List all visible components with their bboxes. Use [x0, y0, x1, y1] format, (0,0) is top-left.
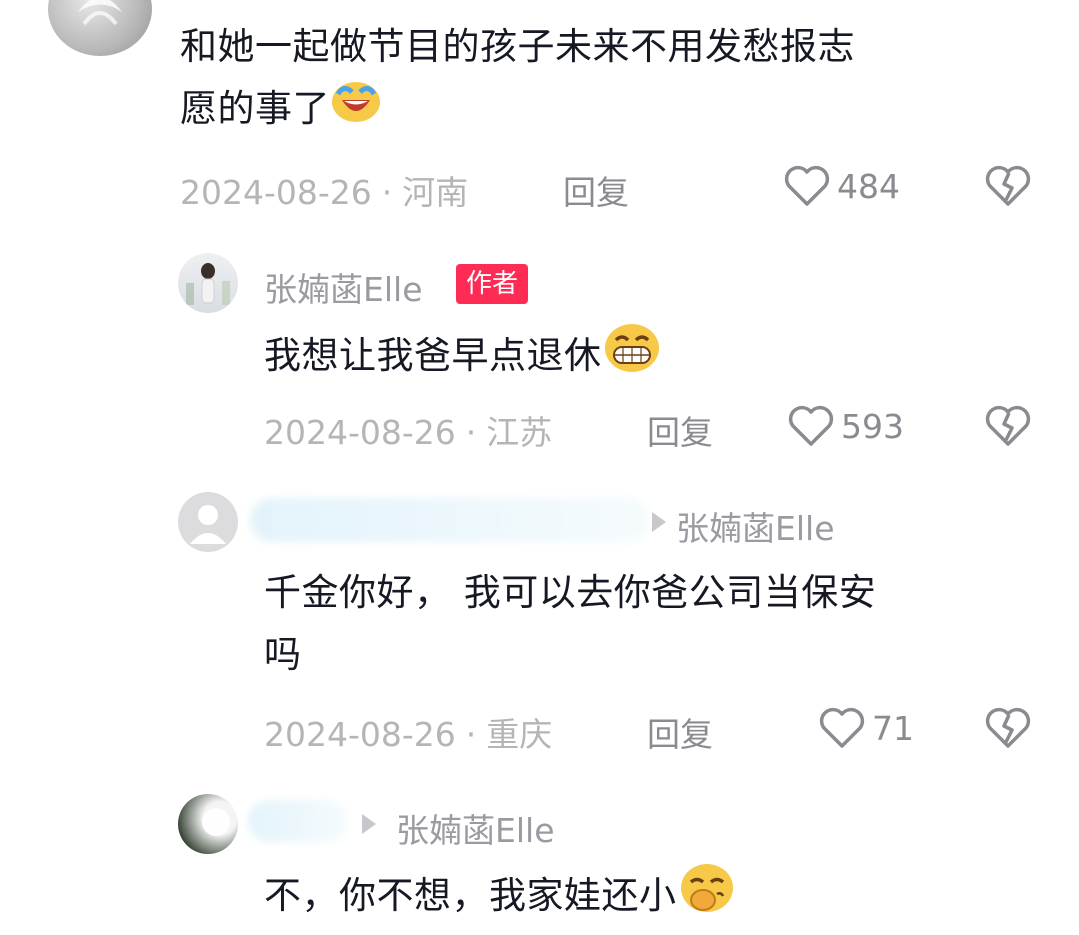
reply-button[interactable]: 回复 — [647, 406, 713, 454]
like-button[interactable]: 71 — [818, 706, 914, 750]
reply-target-username[interactable]: 张婻菡Elle — [676, 502, 835, 550]
comment-date: 2024-08-26 — [264, 715, 456, 754]
reply-button[interactable]: 回复 — [563, 166, 629, 214]
heart-icon — [784, 165, 830, 206]
broken-heart-icon — [985, 707, 1031, 748]
dislike-button[interactable] — [984, 404, 1032, 452]
reply-arrow-icon — [362, 814, 376, 834]
comment-text: 和她一起做节目的孩子未来不用发愁报志 愿的事了 — [180, 16, 1040, 143]
laughing-crying-emoji-icon — [330, 78, 382, 143]
avatar-image-icon — [202, 808, 230, 836]
person-avatar-icon — [186, 263, 230, 305]
comment-date: 2024-08-26 — [264, 413, 456, 452]
like-button[interactable]: 484 — [783, 164, 900, 208]
reply-button[interactable]: 回复 — [647, 708, 713, 756]
broken-heart-icon — [985, 165, 1031, 206]
reply-arrow-icon — [652, 512, 666, 532]
comment-meta: 2024-08-26 · 河南 — [180, 173, 469, 212]
heart-icon — [788, 405, 834, 446]
broken-heart-icon — [985, 405, 1031, 446]
blurred-username — [248, 800, 348, 842]
heart-icon — [819, 707, 865, 748]
user-placeholder-icon — [190, 505, 226, 544]
blurred-username — [250, 498, 650, 542]
comment-location: 江苏 — [486, 413, 553, 452]
reply-target-username[interactable]: 张婻菡Elle — [396, 804, 555, 852]
like-count: 593 — [841, 406, 904, 446]
grinning-emoji-icon — [602, 322, 662, 393]
author-username[interactable]: 张婻菡Elle — [264, 263, 423, 311]
avatar-image-icon — [78, 0, 122, 26]
comment-location: 重庆 — [486, 715, 553, 754]
shushing-emoji-icon — [677, 862, 737, 933]
avatar[interactable] — [48, 0, 152, 56]
dislike-button[interactable] — [984, 164, 1032, 212]
dislike-button[interactable] — [984, 706, 1032, 754]
author-avatar[interactable] — [178, 253, 238, 313]
like-count: 71 — [872, 708, 914, 748]
like-button[interactable]: 593 — [787, 404, 904, 448]
comment-text: 千金你好， 我可以去你爸公司当保安 吗 — [264, 571, 877, 676]
avatar[interactable] — [178, 794, 238, 854]
comment-text: 不，你不想，我家娃还小 — [264, 862, 1044, 933]
comment-meta: 2024-08-26 · 重庆 — [264, 715, 553, 754]
author-badge: 作者 — [456, 264, 529, 304]
comment-text: 我想让我爸早点退休 — [264, 322, 1044, 393]
comment-date: 2024-08-26 — [180, 173, 372, 212]
comment-meta: 2024-08-26 · 江苏 — [264, 413, 553, 452]
like-count: 484 — [837, 166, 900, 206]
comment-location: 河南 — [402, 173, 469, 212]
default-avatar[interactable] — [178, 492, 238, 552]
